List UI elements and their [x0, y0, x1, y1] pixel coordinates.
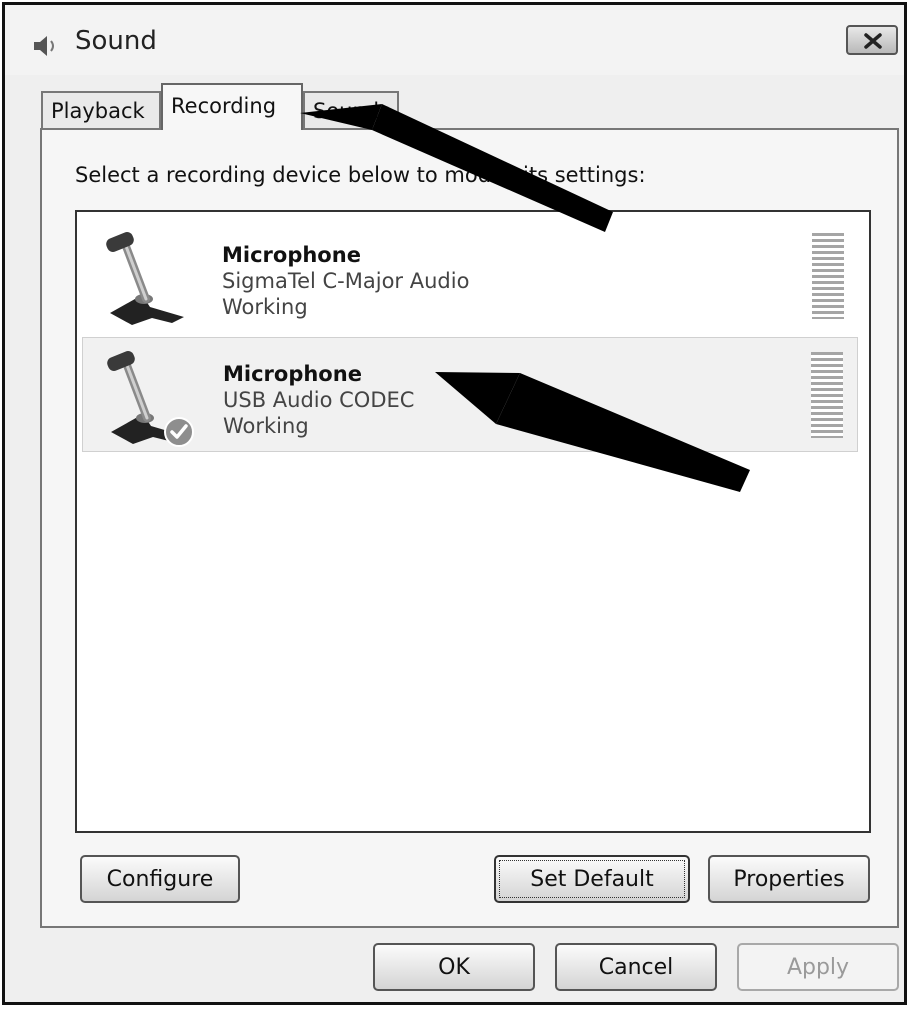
properties-button[interactable]: Properties — [708, 855, 870, 903]
default-device-check-icon — [164, 417, 194, 447]
apply-button: Apply — [737, 943, 899, 991]
device-name: Microphone — [222, 243, 361, 267]
device-row-sigmatel[interactable]: Microphone SigmaTel C-Major Audio Workin… — [82, 219, 858, 334]
device-status: Working — [223, 414, 309, 438]
configure-button[interactable]: Configure — [80, 855, 240, 903]
tab-playback-label: Playback — [51, 99, 145, 123]
tab-playback[interactable]: Playback — [41, 91, 161, 129]
level-meter — [811, 352, 843, 438]
cancel-button[interactable]: Cancel — [555, 943, 717, 991]
speaker-icon — [34, 36, 54, 56]
device-row-usb-audio-codec[interactable]: Microphone USB Audio CODEC Working — [82, 337, 858, 452]
focus-outline — [499, 860, 685, 898]
microphone-icon — [106, 232, 184, 325]
device-driver: SigmaTel C-Major Audio — [222, 269, 470, 293]
close-icon — [864, 33, 882, 49]
level-meter — [812, 233, 844, 319]
tab-sounds-label: Sounds — [313, 99, 391, 123]
title-bar[interactable]: Sound — [5, 5, 904, 75]
close-button[interactable] — [846, 25, 898, 55]
window-title: Sound — [75, 26, 157, 56]
tab-sounds[interactable]: Sounds — [303, 91, 399, 129]
ok-button[interactable]: OK — [373, 943, 535, 991]
sound-dialog: Sound Playback Recording Sounds Select a… — [2, 2, 907, 1005]
device-list[interactable]: Microphone SigmaTel C-Major Audio Workin… — [75, 210, 871, 833]
device-name: Microphone — [223, 362, 362, 386]
device-status: Working — [222, 295, 308, 319]
device-driver: USB Audio CODEC — [223, 388, 415, 412]
set-default-button[interactable]: Set Default — [494, 855, 690, 903]
recording-panel: Select a recording device below to modif… — [40, 128, 899, 928]
tab-recording-label: Recording — [171, 94, 277, 118]
tab-recording[interactable]: Recording — [161, 83, 303, 130]
instruction-text: Select a recording device below to modif… — [75, 163, 646, 187]
